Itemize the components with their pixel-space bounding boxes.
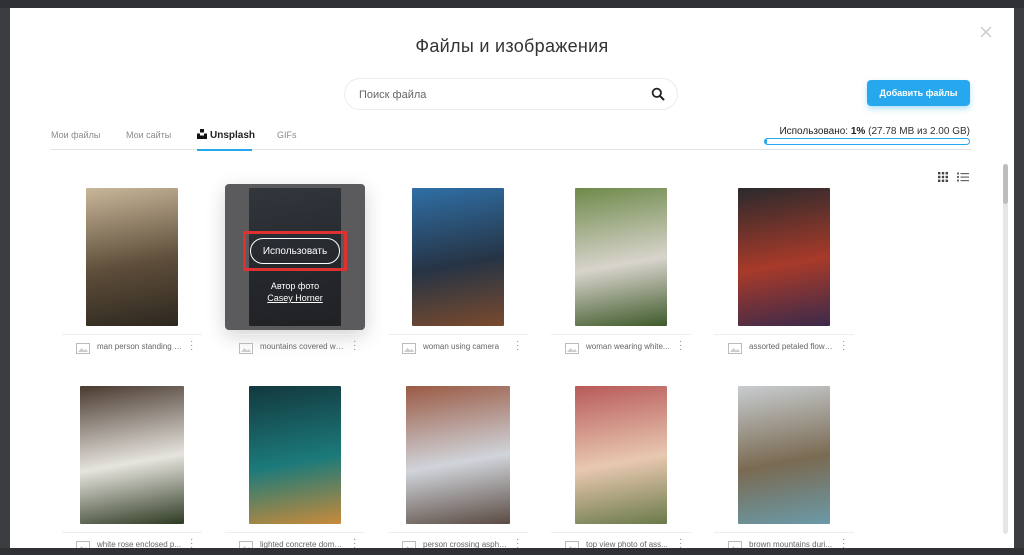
image-caption-bar: woman using camera · · ·	[388, 334, 528, 356]
thumbnail-frame	[714, 184, 854, 330]
thumbnail-frame	[551, 382, 691, 528]
scrollbar[interactable]	[1003, 164, 1008, 534]
image-thumbnail[interactable]	[575, 188, 667, 326]
image-thumbnail[interactable]	[406, 386, 510, 524]
thumbnail-frame	[388, 382, 528, 528]
image-icon	[402, 343, 416, 354]
thumbnail-frame	[225, 382, 365, 528]
tab-unsplash-label: Unsplash	[210, 130, 256, 141]
image-caption-bar: assorted petaled flowers... · · ·	[714, 334, 854, 356]
image-caption: assorted petaled flowers...	[749, 342, 834, 351]
image-thumbnail[interactable]	[738, 188, 830, 326]
more-options-icon[interactable]: ···	[842, 337, 848, 355]
thumbnail-frame	[62, 382, 202, 528]
image-caption: mountains covered with...	[260, 342, 345, 351]
image-thumbnail[interactable]	[86, 188, 178, 326]
files-modal: Файлы и изображения Добавить файлы Мои ф…	[10, 8, 1014, 555]
usage-detail: (27.78 MB из 2.00 GB)	[868, 126, 970, 137]
list-view-icon[interactable]	[957, 172, 969, 182]
usage-progress-bar	[764, 138, 970, 145]
image-caption-bar: woman wearing white... · · ·	[551, 334, 691, 356]
backdrop	[0, 0, 1024, 8]
image-thumbnail[interactable]	[575, 386, 667, 524]
hover-overlay: Использовать Автор фото Casey Horner	[225, 184, 365, 330]
unsplash-logo-icon	[197, 129, 207, 139]
image-caption-bar: man person standing on... · · ·	[62, 334, 202, 356]
image-icon	[76, 343, 90, 354]
image-caption: woman wearing white...	[586, 342, 670, 351]
more-options-icon[interactable]: ···	[190, 337, 196, 355]
add-files-button[interactable]: Добавить файлы	[867, 80, 970, 106]
image-thumbnail[interactable]	[412, 188, 504, 326]
backdrop-bottom	[0, 548, 1024, 555]
search-input[interactable]	[359, 85, 639, 105]
scrollbar-thumb[interactable]	[1003, 164, 1008, 204]
more-options-icon[interactable]: ···	[353, 337, 359, 355]
search-icon[interactable]	[651, 87, 665, 101]
image-thumbnail[interactable]	[80, 386, 184, 524]
image-thumbnail[interactable]	[249, 386, 341, 524]
image-icon	[565, 343, 579, 354]
more-options-icon[interactable]: ···	[679, 337, 685, 355]
image-icon	[728, 343, 742, 354]
thumbnail-frame	[551, 184, 691, 330]
image-caption: woman using camera	[423, 342, 500, 351]
image-icon	[239, 343, 253, 354]
usage-label: Использовано:	[779, 126, 849, 137]
photo-author-label: Автор фото	[270, 281, 320, 291]
search-box	[344, 78, 678, 110]
tab-gifs[interactable]: GIFs	[277, 130, 297, 140]
usage-progress-fill	[765, 139, 768, 144]
tab-my-sites[interactable]: Мои сайты	[126, 130, 171, 140]
image-caption-bar: mountains covered with... · · ·	[225, 334, 365, 356]
thumbnail-frame	[388, 184, 528, 330]
usage-percent: 1%	[850, 126, 866, 137]
more-options-icon[interactable]: ···	[516, 337, 522, 355]
use-image-button[interactable]: Использовать	[250, 238, 340, 264]
photo-author-link[interactable]: Casey Horner	[225, 293, 365, 303]
storage-usage: Использовано: 1% (27.78 MB из 2.00 GB)	[764, 126, 970, 137]
grid-view-icon[interactable]	[938, 172, 948, 182]
thumbnail-frame	[714, 382, 854, 528]
tab-unsplash[interactable]: Unsplash	[197, 129, 255, 141]
tab-my-files[interactable]: Мои файлы	[51, 130, 100, 140]
modal-title: Файлы и изображения	[415, 36, 609, 56]
thumbnail-frame	[62, 184, 202, 330]
image-caption: man person standing on...	[97, 342, 182, 351]
image-thumbnail[interactable]	[738, 386, 830, 524]
active-tab-indicator	[197, 149, 252, 151]
